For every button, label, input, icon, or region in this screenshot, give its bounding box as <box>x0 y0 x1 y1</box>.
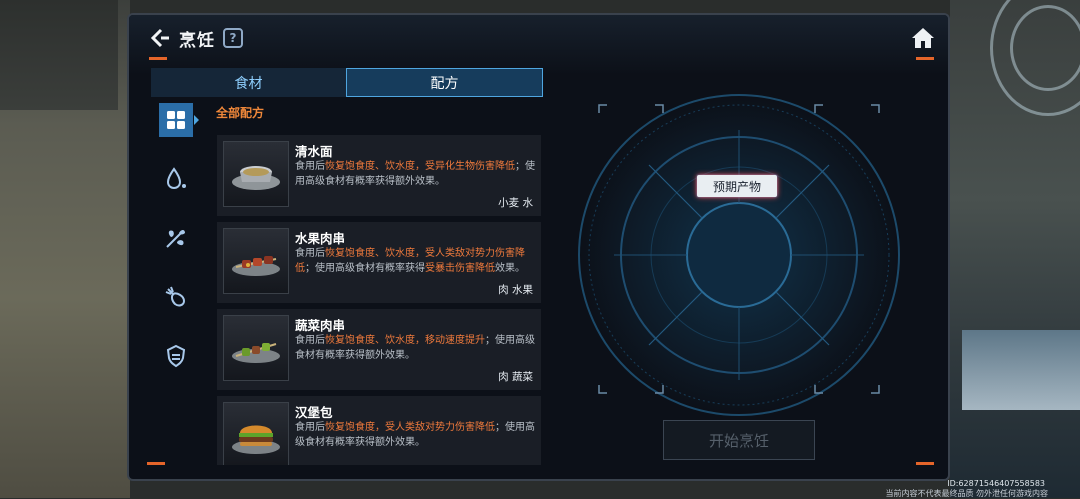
effect-text: 食用后 <box>295 422 325 433</box>
recipe-name: 清水面 <box>295 144 333 159</box>
category-all-button[interactable] <box>159 103 199 137</box>
category-title: 全部配方 <box>216 106 265 120</box>
accent-bar <box>149 57 167 60</box>
effect-text: 食用后 <box>295 248 325 259</box>
start-cooking-button[interactable]: 开始烹饪 <box>663 420 815 460</box>
background-ring <box>1010 5 1080 91</box>
recipe-list[interactable]: 清水面 食用后恢复饱食度、饮水度，受异化生物伤害降低；使用高级食材有概率获得额外… <box>217 135 541 465</box>
noodle-bowl-icon <box>232 166 280 190</box>
category-drink-button[interactable] <box>159 162 193 196</box>
effect-text: 效果。 <box>495 263 525 274</box>
recipe-card[interactable]: 蔬菜肉串 食用后恢复饱食度、饮水度，移动速度提升；使用高级食材有概率获得额外效果… <box>217 309 541 390</box>
category-herb-button[interactable] <box>159 221 193 255</box>
all-recipes-icon <box>167 111 185 129</box>
shield-food-icon <box>166 344 186 368</box>
background-rock <box>0 0 118 110</box>
recipe-card[interactable]: 清水面 食用后恢复饱食度、饮水度，受异化生物伤害降低；使用高级食材有概率获得额外… <box>217 135 541 216</box>
product-radar-display <box>578 94 900 416</box>
veggie-skewer-icon <box>232 343 280 363</box>
recipe-image <box>223 141 289 207</box>
recipe-description: 食用后恢复饱食度、饮水度，受异化生物伤害降低；使用高级食材有概率获得额外效果。 <box>295 159 537 189</box>
expected-product-label: 预期产物 <box>697 175 777 197</box>
category-meat-button[interactable] <box>159 280 193 314</box>
category-sidebar <box>159 103 207 398</box>
accent-bar <box>916 57 934 60</box>
effect-text: 食用后 <box>295 161 325 172</box>
herb-icon <box>166 230 185 248</box>
player-id-text: ID:62871546407558583 <box>947 479 1045 488</box>
tab-ingredients[interactable]: 食材 <box>151 68 346 97</box>
recipe-card[interactable]: 汉堡包 食用后恢复饱食度，受人类敌对势力伤害降低；使用高级食材有概率获得额外效果… <box>217 396 541 465</box>
recipe-description: 食用后恢复饱食度、饮水度，移动速度提升；使用高级食材有概率获得额外效果。 <box>295 333 537 363</box>
recipe-name: 汉堡包 <box>295 405 333 420</box>
category-special-button[interactable] <box>159 339 193 373</box>
background-right <box>950 0 1080 498</box>
effect-text: ；使用高级食材有概率获得 <box>305 263 425 274</box>
recipe-ingredients: 肉 蔬菜 <box>498 371 533 383</box>
disclaimer-text: 当前内容不代表最终品质 勿外泄任何游戏内容 <box>885 489 1048 498</box>
effect-highlight: 恢复饱食度、饮水度，受异化生物伤害降低 <box>325 161 515 172</box>
recipe-name: 蔬菜肉串 <box>295 318 346 333</box>
recipe-image <box>223 228 289 294</box>
header: 烹饪 ? <box>149 23 243 53</box>
background-left <box>0 0 130 498</box>
back-arrow-icon[interactable] <box>149 27 171 49</box>
burger-icon <box>232 425 280 454</box>
background-screen <box>962 330 1080 410</box>
recipe-description: 食用后恢复饱食度、饮水度，受人类敌对势力伤害降低；使用高级食材有概率获得受暴击伤… <box>295 246 537 276</box>
recipe-card[interactable]: 水果肉串 食用后恢复饱食度、饮水度，受人类敌对势力伤害降低；使用高级食材有概率获… <box>217 222 541 303</box>
tab-recipes[interactable]: 配方 <box>346 68 543 97</box>
accent-bar <box>147 462 165 465</box>
recipe-image <box>223 315 289 381</box>
accent-bar <box>916 462 934 465</box>
meat-icon <box>165 286 186 307</box>
recipe-description: 食用后恢复饱食度，受人类敌对势力伤害降低；使用高级食材有概率获得额外效果。 <box>295 420 537 450</box>
effect-highlight: 受暴击伤害降低 <box>425 263 495 274</box>
page-title: 烹饪 <box>179 30 215 51</box>
effect-highlight: 恢复饱食度、饮水度，移动速度提升 <box>325 335 485 346</box>
effect-text: 食用后 <box>295 335 325 346</box>
recipe-name: 水果肉串 <box>295 231 346 246</box>
fruit-skewer-icon <box>232 256 280 276</box>
recipe-ingredients: 小麦 水 <box>498 197 533 209</box>
tab-bar: 食材 配方 <box>151 68 543 97</box>
effect-highlight: 恢复饱食度，受人类敌对势力伤害降低 <box>325 422 495 433</box>
home-icon[interactable] <box>910 25 936 51</box>
cooking-panel: 烹饪 ? 食材 配方 全部配方 清水面 食用后恢复饱食度、饮水度，受异化生物伤害… <box>127 13 950 481</box>
water-drop-icon <box>166 167 186 190</box>
recipe-ingredients: 肉 水果 <box>498 284 533 296</box>
help-icon[interactable]: ? <box>223 28 243 48</box>
recipe-image <box>223 402 289 465</box>
